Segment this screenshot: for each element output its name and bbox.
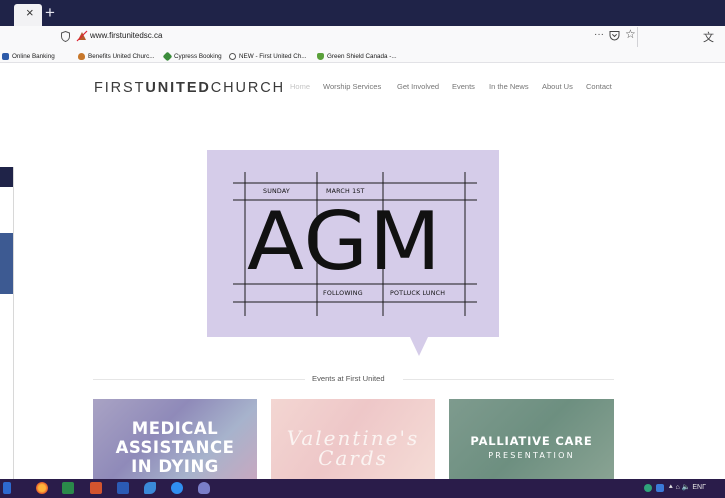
card-title-line: ASSISTANCE [115, 438, 235, 457]
events-divider-left [93, 379, 305, 380]
nav-about-us[interactable]: About Us [542, 82, 573, 91]
event-card-valentines[interactable]: Valentine's Cards [271, 399, 435, 479]
nav-worship-services[interactable]: Worship Services [323, 82, 381, 91]
nav-events[interactable]: Events [452, 82, 475, 91]
bookmark-new-first-united[interactable]: NEW - First United Ch... [229, 50, 307, 62]
page-actions-button[interactable]: ··· [594, 29, 604, 40]
poster-following: FOLLOWING [323, 290, 363, 297]
nav-in-the-news[interactable]: In the News [489, 82, 529, 91]
poster-sunday: SUNDAY [263, 188, 290, 195]
paint-icon[interactable] [144, 482, 156, 494]
app-icon[interactable] [198, 482, 210, 494]
event-card-palliative-care[interactable]: PALLIATIVE CARE PRESENTATION [449, 399, 614, 479]
card-title-line: IN DYING [131, 457, 219, 476]
event-card-medical-assistance[interactable]: MEDICAL ASSISTANCE IN DYING [93, 399, 257, 479]
bank-icon [2, 52, 9, 60]
bookmark-green-shield[interactable]: Green Shield Canada -... [317, 50, 397, 62]
events-divider-right [403, 379, 614, 380]
windows-taskbar: ⯅ ⌂ 🔈 ΕΝΓ [0, 479, 725, 498]
poster-pointer [410, 337, 428, 356]
system-tray[interactable]: ⯅ ⌂ 🔈 ΕΝΓ [668, 483, 706, 492]
bookmark-star-icon[interactable]: ☆ [625, 27, 636, 41]
bookmark-cypress-booking[interactable]: Cypress Booking [162, 50, 222, 62]
bookmark-online-banking[interactable]: Online Banking [2, 50, 55, 62]
nav-home[interactable]: Home [290, 82, 310, 91]
site-info-icon[interactable] [76, 30, 88, 42]
extension-icon[interactable]: ⽂ [703, 29, 714, 45]
background-window-header [0, 167, 14, 187]
tray-app-icon-2[interactable] [656, 484, 664, 492]
card-subtitle-line: PRESENTATION [488, 451, 575, 460]
tray-app-icon[interactable] [644, 484, 652, 492]
url-text[interactable]: www.firstunitedsc.ca [90, 31, 162, 40]
tab-strip: × + [0, 0, 725, 26]
poster-potluck: POTLUCK LUNCH [390, 290, 446, 297]
nav-get-involved[interactable]: Get Involved [397, 82, 439, 91]
powerpoint-icon[interactable] [90, 482, 102, 494]
card-title-line: PALLIATIVE CARE [470, 434, 593, 448]
site-logo[interactable]: FIRSTUNITEDCHURCH [94, 80, 285, 96]
background-window-edge [13, 167, 14, 479]
word-icon[interactable] [117, 482, 129, 494]
poster-headline: AGM [247, 195, 442, 288]
pocket-icon[interactable] [609, 30, 620, 41]
address-bar-edge [637, 27, 638, 47]
tab-close-button[interactable]: × [26, 4, 34, 22]
agm-poster[interactable]: SUNDAY MARCH 1ST AGM FOLLOWING POTLUCK L… [207, 150, 499, 337]
globe-icon [229, 52, 236, 60]
card-title-line: MEDICAL [131, 419, 219, 438]
poster-date: MARCH 1ST [326, 188, 365, 195]
excel-icon[interactable] [62, 482, 74, 494]
background-window-panel [0, 233, 14, 294]
events-heading: Events at First United [312, 374, 385, 383]
start-icon[interactable] [3, 482, 11, 494]
card-title-line: Cards [318, 446, 388, 470]
bookmark-benefits-united[interactable]: Benefits United Churc... [78, 50, 155, 62]
edge-icon[interactable] [171, 482, 183, 494]
tracking-shield-icon[interactable] [61, 31, 70, 42]
address-bar: www.firstunitedsc.ca ··· ☆ ⽂ [0, 26, 725, 48]
diamond-icon [162, 51, 173, 61]
new-tab-button[interactable]: + [45, 3, 55, 23]
shield-icon [317, 52, 324, 60]
bookmarks-toolbar: Online Banking Benefits United Churc... … [0, 48, 725, 63]
firefox-icon[interactable] [36, 482, 48, 494]
nav-contact[interactable]: Contact [586, 82, 612, 91]
crest-icon [78, 52, 85, 60]
